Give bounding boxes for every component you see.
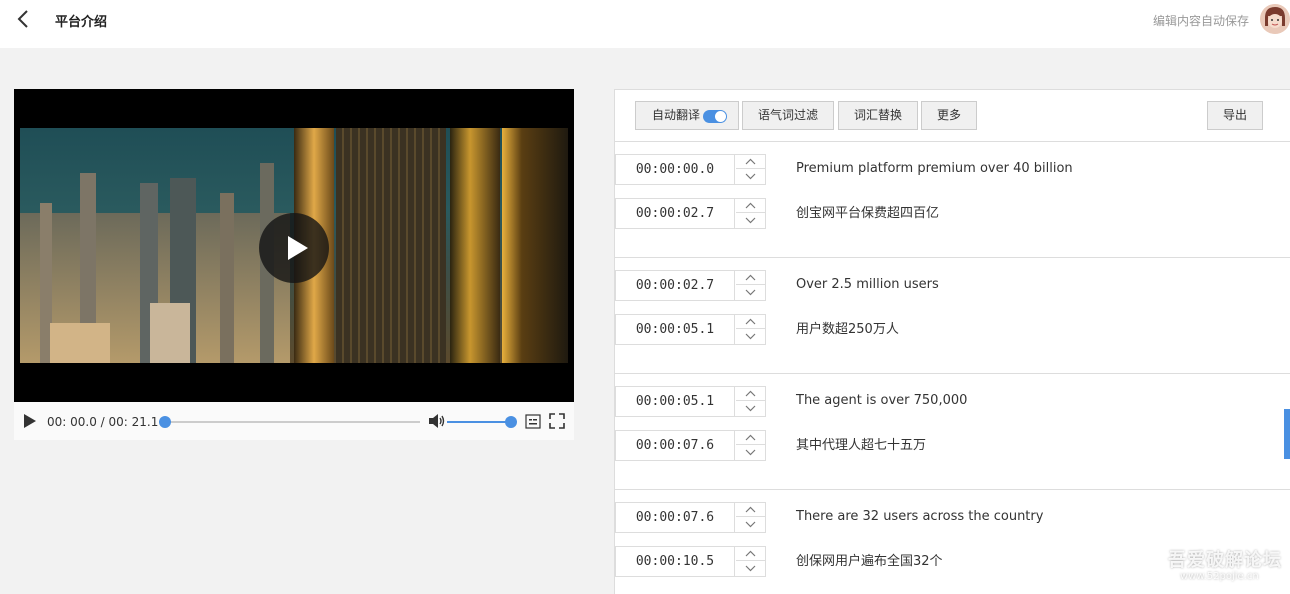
source-text[interactable]: Over 2.5 million users — [796, 277, 939, 292]
subtitle-icon[interactable] — [525, 414, 541, 429]
volume-handle[interactable] — [505, 416, 517, 428]
export-button[interactable]: 导出 — [1207, 101, 1263, 130]
translation-text[interactable]: 创保网用户遍布全国32个 — [796, 550, 943, 569]
translation-text[interactable]: 用户数超250万人 — [796, 318, 899, 337]
increment-icon[interactable] — [736, 387, 765, 401]
page-title: 平台介绍 — [55, 15, 108, 30]
panel-toolbar: 自动翻译 语气词过滤 词汇替换 更多 导出 — [615, 90, 1290, 142]
more-button[interactable]: 更多 — [921, 101, 977, 130]
play-overlay-button[interactable] — [259, 213, 329, 283]
decrement-icon[interactable] — [736, 286, 765, 300]
decrement-icon[interactable] — [736, 330, 765, 344]
subtitle-segment: Premium platform premium over 40 billion… — [615, 142, 1290, 258]
decrement-icon[interactable] — [736, 402, 765, 416]
autosave-status: 编辑内容自动保存 — [1152, 14, 1249, 28]
replace-words-button[interactable]: 词汇替换 — [838, 101, 918, 130]
volume-slider[interactable] — [447, 416, 517, 428]
decrement-icon[interactable] — [736, 214, 765, 228]
player-controls: 00: 00.0 / 00: 21.1 — [14, 402, 574, 440]
end-time-input[interactable] — [616, 431, 735, 460]
increment-icon[interactable] — [736, 547, 765, 561]
auto-translate-button[interactable]: 自动翻译 — [635, 101, 739, 130]
watermark-title: 吾爱破解论坛 — [1168, 550, 1282, 571]
start-time-input[interactable] — [616, 271, 735, 300]
decrement-icon[interactable] — [736, 170, 765, 184]
decrement-icon[interactable] — [736, 562, 765, 576]
increment-icon[interactable] — [736, 503, 765, 517]
fullscreen-icon[interactable] — [549, 413, 565, 429]
start-time-input[interactable] — [616, 387, 735, 416]
end-time-field[interactable] — [615, 546, 766, 577]
end-time-input[interactable] — [616, 315, 735, 344]
time-display: 00: 00.0 / 00: 21.1 — [47, 415, 159, 429]
translation-text[interactable]: 其中代理人超七十五万 — [796, 434, 926, 453]
scrollbar-thumb[interactable] — [1284, 409, 1290, 459]
start-time-field[interactable] — [615, 386, 766, 417]
translation-text[interactable]: 创宝网平台保费超四百亿 — [796, 202, 939, 221]
increment-icon[interactable] — [736, 315, 765, 329]
start-time-field[interactable] — [615, 270, 766, 301]
avatar[interactable] — [1260, 4, 1290, 34]
video-player[interactable] — [14, 89, 574, 402]
filter-fillers-button[interactable]: 语气词过滤 — [742, 101, 834, 130]
start-time-field[interactable] — [615, 154, 766, 185]
subtitle-segment: Over 2.5 million users 用户数超250万人 — [615, 258, 1290, 374]
volume-icon[interactable] — [428, 413, 446, 429]
start-time-input[interactable] — [616, 155, 735, 184]
watermark-url: www.52pojie.cn — [1180, 571, 1259, 582]
back-arrow-icon[interactable] — [14, 8, 34, 30]
end-time-input[interactable] — [616, 547, 735, 576]
progress-bar[interactable] — [159, 416, 420, 428]
end-time-field[interactable] — [615, 314, 766, 345]
end-time-field[interactable] — [615, 198, 766, 229]
end-time-field[interactable] — [615, 430, 766, 461]
auto-translate-toggle[interactable] — [703, 110, 727, 123]
increment-icon[interactable] — [736, 155, 765, 169]
increment-icon[interactable] — [736, 199, 765, 213]
top-header: 平台介绍 编辑内容自动保存 — [0, 0, 1290, 48]
increment-icon[interactable] — [736, 431, 765, 445]
progress-handle[interactable] — [159, 416, 171, 428]
start-time-field[interactable] — [615, 502, 766, 533]
decrement-icon[interactable] — [736, 518, 765, 532]
increment-icon[interactable] — [736, 271, 765, 285]
source-text[interactable]: The agent is over 750,000 — [796, 393, 967, 408]
play-icon[interactable] — [24, 414, 36, 428]
subtitle-panel: 自动翻译 语气词过滤 词汇替换 更多 导出 Premium platform p… — [614, 89, 1290, 594]
source-text[interactable]: Premium platform premium over 40 billion — [796, 161, 1073, 176]
end-time-input[interactable] — [616, 199, 735, 228]
start-time-input[interactable] — [616, 503, 735, 532]
decrement-icon[interactable] — [736, 446, 765, 460]
source-text[interactable]: There are 32 users across the country — [796, 509, 1043, 524]
subtitle-segment: The agent is over 750,000 其中代理人超七十五万 — [615, 374, 1290, 490]
auto-translate-label: 自动翻译 — [652, 108, 701, 122]
